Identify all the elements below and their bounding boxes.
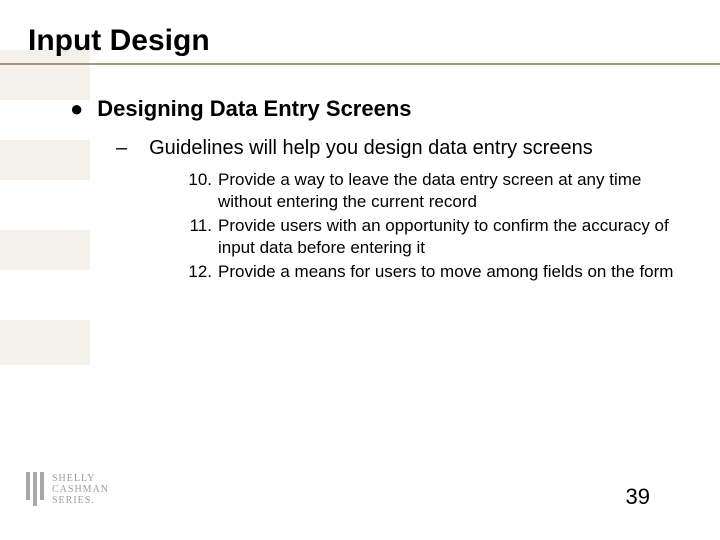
list-item: 12. Provide a means for users to move am…	[186, 261, 680, 283]
logo-text: SHELLY CASHMAN SERIES.	[52, 473, 109, 506]
dash-icon: –	[116, 135, 127, 161]
list-item: 11. Provide users with an opportunity to…	[186, 215, 680, 259]
list-item-number: 12.	[186, 261, 212, 283]
list-item-text: Provide users with an opportunity to con…	[218, 215, 680, 259]
list-item-number: 10.	[186, 169, 212, 213]
bullet-level-2: – Guidelines will help you design data e…	[116, 135, 680, 161]
page-number: 39	[626, 484, 650, 510]
list-item-number: 11.	[186, 215, 212, 259]
logo-line: SERIES.	[52, 495, 109, 506]
logo-line: SHELLY	[52, 473, 109, 484]
publisher-logo: SHELLY CASHMAN SERIES.	[26, 472, 109, 506]
slide-title: Input Design	[28, 24, 210, 58]
list-item-text: Provide a way to leave the data entry sc…	[218, 169, 680, 213]
logo-line: CASHMAN	[52, 484, 109, 495]
bullet-level-1: ● Designing Data Entry Screens	[70, 95, 680, 123]
slide: Input Design ● Designing Data Entry Scre…	[0, 0, 720, 540]
slide-body: ● Designing Data Entry Screens – Guideli…	[70, 95, 680, 285]
bullet-level-1-text: Designing Data Entry Screens	[97, 95, 411, 123]
bullet-level-2-text: Guidelines will help you design data ent…	[149, 135, 593, 161]
logo-bars-icon	[26, 472, 44, 506]
bullet-dot-icon: ●	[70, 95, 83, 123]
list-item-text: Provide a means for users to move among …	[218, 261, 673, 283]
list-item: 10. Provide a way to leave the data entr…	[186, 169, 680, 213]
title-underline	[0, 63, 720, 65]
numbered-list: 10. Provide a way to leave the data entr…	[186, 169, 680, 283]
